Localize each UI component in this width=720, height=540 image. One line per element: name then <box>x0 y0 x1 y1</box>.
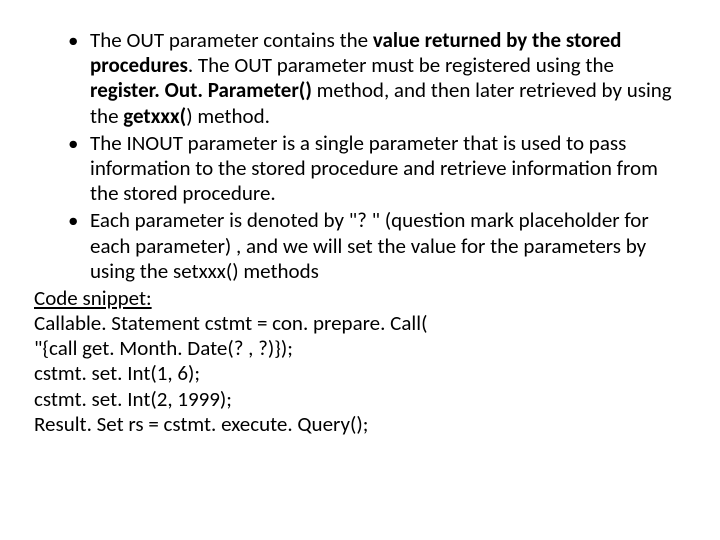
code-line: "{call get. Month. Date(? , ?)}); <box>34 336 686 361</box>
code-heading: Code snippet: <box>34 286 686 311</box>
bullet-bold: getxxx( <box>123 103 186 129</box>
bullet-text: The INOUT parameter is a single paramete… <box>90 130 658 206</box>
list-item: The OUT parameter contains the value ret… <box>72 28 686 129</box>
bullet-text: Each parameter is denoted by "? " (quest… <box>90 207 649 283</box>
code-line: cstmt. set. Int(1, 6); <box>34 361 686 386</box>
code-line: Callable. Statement cstmt = con. prepare… <box>34 311 686 336</box>
code-snippet-block: Code snippet: Callable. Statement cstmt … <box>34 286 686 437</box>
code-line: Result. Set rs = cstmt. execute. Query()… <box>34 412 686 437</box>
slide: The OUT parameter contains the value ret… <box>0 0 720 540</box>
bullet-list: The OUT parameter contains the value ret… <box>34 28 686 284</box>
bullet-text: ) method. <box>186 103 270 129</box>
bullet-text: The OUT parameter contains the <box>90 27 373 53</box>
bullet-text: . The OUT parameter must be registered u… <box>188 52 614 78</box>
list-item: The INOUT parameter is a single paramete… <box>72 131 686 207</box>
bullet-bold: register. Out. Parameter() <box>90 77 312 103</box>
code-heading-text: Code snippet: <box>34 285 152 311</box>
list-item: Each parameter is denoted by "? " (quest… <box>72 208 686 284</box>
code-line: cstmt. set. Int(2, 1999); <box>34 387 686 412</box>
